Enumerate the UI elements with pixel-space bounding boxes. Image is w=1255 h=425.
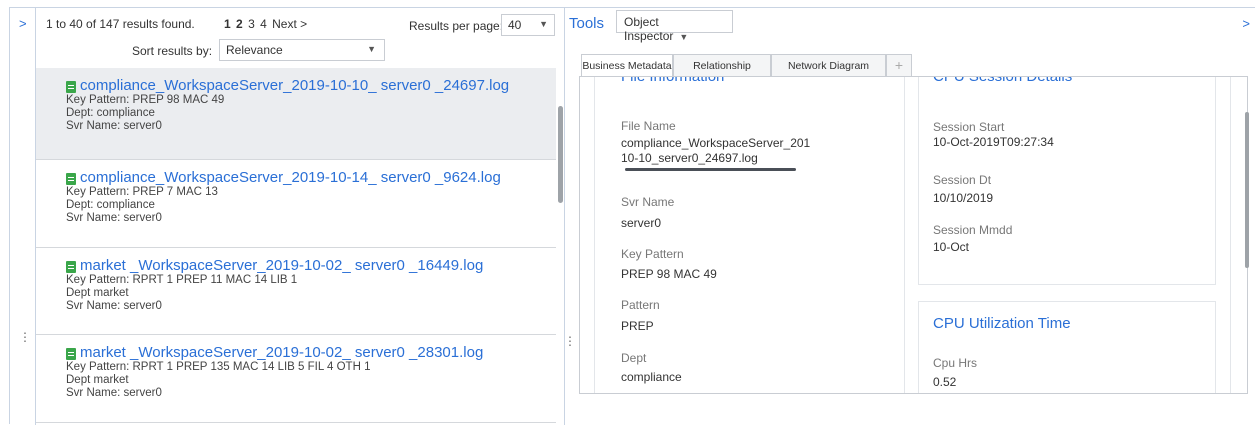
result-title-link[interactable]: compliance_WorkspaceServer_2019-10-10_ s… bbox=[66, 77, 556, 94]
file-name-label: File Name bbox=[621, 119, 676, 133]
result-dept: Dept: compliance bbox=[66, 199, 155, 211]
session-dt-label: Session Dt bbox=[933, 173, 992, 187]
result-svr-name: Svr Name: server0 bbox=[66, 120, 162, 132]
result-dept: Dept: compliance bbox=[66, 107, 155, 119]
tab-relationship[interactable]: Relationship bbox=[673, 54, 771, 76]
result-key-pattern: Key Pattern: RPRT 1 PREP 11 MAC 14 LIB 1 bbox=[66, 274, 298, 286]
list-item[interactable]: market _WorkspaceServer_2019-10-02_ serv… bbox=[36, 335, 556, 423]
svr-name-value: server0 bbox=[621, 216, 662, 230]
inspector-value: Object Inspector bbox=[624, 15, 674, 43]
result-dept: Dept market bbox=[66, 374, 129, 386]
dept-label: Dept bbox=[621, 351, 647, 365]
list-item[interactable]: market _WorkspaceServer_2019-10-02_ serv… bbox=[36, 248, 556, 335]
pager: 1 2 3 4 Next > bbox=[224, 17, 309, 31]
key-pattern-label: Key Pattern bbox=[621, 247, 684, 261]
tools-panel: Tools Object Inspector ▼ > Business Metad… bbox=[565, 8, 1255, 425]
inner-divider bbox=[1230, 77, 1231, 393]
list-item[interactable]: compliance_WorkspaceServer_2019-10-14_ s… bbox=[36, 160, 556, 248]
result-title-link[interactable]: market _WorkspaceServer_2019-10-02_ serv… bbox=[66, 344, 556, 361]
result-title-link[interactable]: market _WorkspaceServer_2019-10-02_ serv… bbox=[66, 257, 556, 274]
result-svr-name: Svr Name: server0 bbox=[66, 212, 162, 224]
results-per-page-value: 40 bbox=[508, 18, 522, 32]
file-name-underline bbox=[625, 168, 796, 171]
expand-right-icon[interactable]: > bbox=[1242, 16, 1250, 31]
svr-name-label: Svr Name bbox=[621, 195, 675, 209]
session-dt-value: 10/10/2019 bbox=[933, 191, 994, 205]
result-svr-name: Svr Name: server0 bbox=[66, 387, 162, 399]
pattern-label: Pattern bbox=[621, 298, 660, 312]
page-3-link[interactable]: 3 bbox=[248, 17, 255, 31]
next-page-link[interactable]: Next > bbox=[272, 17, 307, 31]
results-count: 1 to 40 of 147 results found. bbox=[46, 17, 195, 31]
chevron-down-icon: ▼ bbox=[367, 44, 376, 54]
result-svr-name: Svr Name: server0 bbox=[66, 300, 162, 312]
sort-select[interactable]: Relevance ▼ bbox=[219, 39, 385, 61]
results-per-page-select[interactable]: 40 ▼ bbox=[501, 14, 555, 36]
results-toolbar: 1 to 40 of 147 results found. 1 2 3 4 Ne… bbox=[36, 8, 564, 68]
inspector-select[interactable]: Object Inspector ▼ bbox=[616, 10, 733, 43]
result-list: compliance_WorkspaceServer_2019-10-10_ s… bbox=[36, 68, 556, 425]
file-name-value-line1: compliance_WorkspaceServer_201 bbox=[621, 136, 811, 150]
page-4-link[interactable]: 4 bbox=[260, 17, 267, 31]
cpu-hrs-value: 0.52 bbox=[933, 375, 957, 389]
app-frame: > 1 to 40 of 147 results found. 1 2 3 4 … bbox=[9, 7, 1255, 425]
dept-value: compliance bbox=[621, 370, 682, 384]
left-rail: > bbox=[10, 8, 36, 425]
list-item[interactable]: compliance_WorkspaceServer_2019-10-10_ s… bbox=[36, 68, 556, 160]
session-title: CPU Session Details bbox=[933, 76, 1073, 85]
spreadsheet-file-icon bbox=[66, 261, 76, 273]
page-2-link[interactable]: 2 bbox=[236, 17, 243, 31]
result-key-pattern: Key Pattern: RPRT 1 PREP 135 MAC 14 LIB … bbox=[66, 361, 371, 373]
tab-content-scrollbar[interactable] bbox=[1245, 112, 1249, 268]
chevron-down-icon: ▼ bbox=[679, 32, 689, 42]
business-metadata-panel: File Information File Name compliance_Wo… bbox=[579, 76, 1248, 394]
tab-business-metadata[interactable]: Business Metadata bbox=[581, 54, 673, 77]
session-card: CPU Session Details Session Start 10-Oct… bbox=[918, 76, 1216, 285]
tab-network-diagram[interactable]: Network Diagram bbox=[771, 54, 886, 76]
session-start-label: Session Start bbox=[933, 120, 1005, 134]
file-name-value-line2: 10-10_server0_24697.log bbox=[621, 151, 758, 165]
drag-handle-icon[interactable]: ⋮ bbox=[19, 331, 31, 343]
spreadsheet-file-icon bbox=[66, 81, 76, 93]
results-per-page-label: Results per page: bbox=[409, 19, 504, 33]
result-key-pattern: Key Pattern: PREP 7 MAC 13 bbox=[66, 186, 218, 198]
spreadsheet-file-icon bbox=[66, 173, 76, 185]
cpu-title: CPU Utilization Time bbox=[933, 315, 1071, 332]
results-panel: 1 to 40 of 147 results found. 1 2 3 4 Ne… bbox=[36, 8, 564, 425]
chevron-down-icon: ▼ bbox=[539, 19, 548, 29]
result-title-link[interactable]: compliance_WorkspaceServer_2019-10-14_ s… bbox=[66, 169, 556, 186]
tools-title: Tools bbox=[569, 15, 605, 32]
cpu-hrs-label: Cpu Hrs bbox=[933, 356, 978, 370]
sort-value: Relevance bbox=[226, 43, 283, 57]
pattern-value: PREP bbox=[621, 319, 654, 333]
file-info-title: File Information bbox=[621, 76, 725, 85]
result-key-pattern: Key Pattern: PREP 98 MAC 49 bbox=[66, 94, 225, 106]
page-1-link[interactable]: 1 bbox=[224, 17, 231, 31]
add-tab-button[interactable]: + bbox=[886, 54, 912, 76]
result-dept: Dept market bbox=[66, 287, 129, 299]
session-mmdd-label: Session Mmdd bbox=[933, 223, 1013, 237]
expand-left-icon[interactable]: > bbox=[19, 16, 27, 31]
sort-label: Sort results by: bbox=[132, 44, 213, 58]
file-info-card: File Information File Name compliance_Wo… bbox=[594, 76, 905, 393]
session-start-value: 10-Oct-2019T09:27:34 bbox=[933, 135, 1054, 149]
cpu-card: CPU Utilization Time Cpu Hrs 0.52 bbox=[918, 301, 1216, 393]
key-pattern-value: PREP 98 MAC 49 bbox=[621, 267, 717, 281]
session-mmdd-value: 10-Oct bbox=[933, 240, 970, 254]
spreadsheet-file-icon bbox=[66, 348, 76, 360]
results-scrollbar[interactable] bbox=[558, 106, 563, 203]
